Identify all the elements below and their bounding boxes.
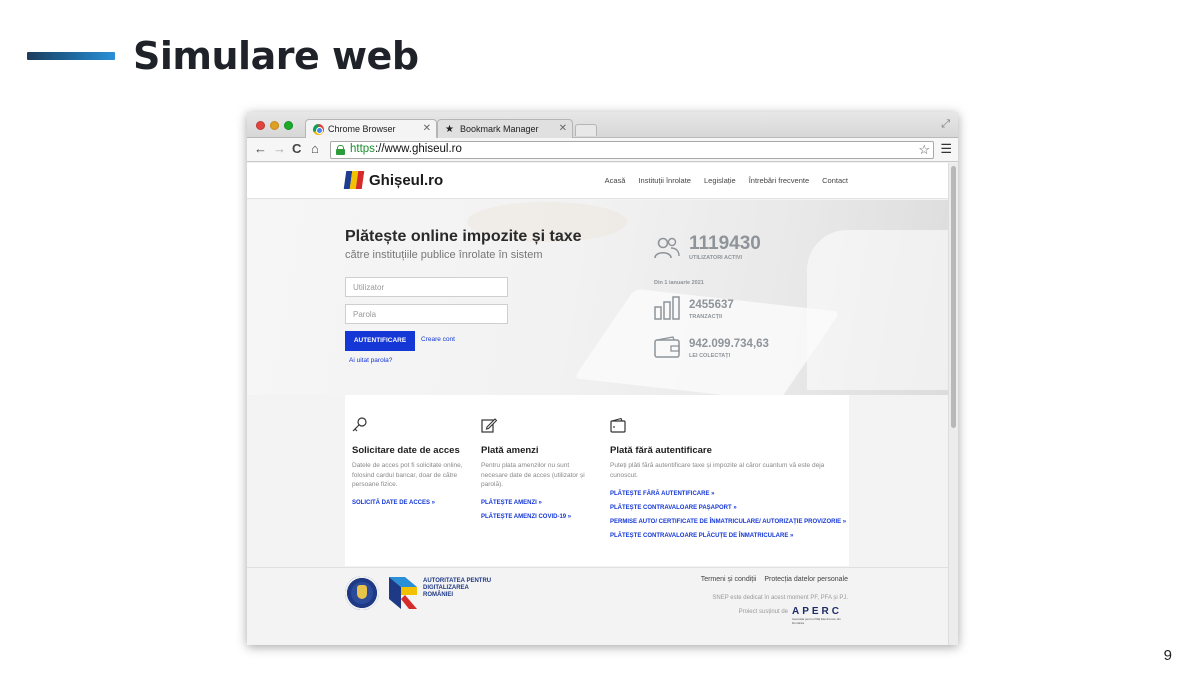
card-desc-fines: Pentru plata amenzilor nu sunt necesare … — [481, 462, 585, 488]
username-input[interactable]: Utilizator — [345, 277, 508, 297]
edit-icon — [481, 418, 497, 433]
forgot-password-link[interactable]: Ai uitat parola? — [349, 357, 392, 364]
address-bar[interactable]: https://www.ghiseul.ro ☆ — [330, 141, 934, 159]
request-access-link[interactable]: SOLICITĂ DATE DE ACCES » — [352, 500, 435, 506]
terms-link[interactable]: Termeni și condiții — [701, 576, 757, 583]
browser-window: Chrome Browser ✕ ★ Bookmark Manager ✕ ⤢ … — [247, 112, 958, 645]
card-title-fines: Plată amenzi — [481, 445, 539, 456]
nav-item-acasa[interactable]: Acasă — [605, 176, 626, 185]
login-button[interactable]: AUTENTIFICARE — [345, 331, 415, 351]
close-icon[interactable]: ✕ — [423, 123, 431, 134]
bar-chart-icon — [654, 296, 680, 320]
new-tab-button[interactable] — [575, 124, 597, 136]
wallet-icon — [610, 417, 626, 433]
page-scrollbar[interactable] — [948, 163, 958, 645]
url-host: ://www.ghiseul.ro — [374, 143, 462, 155]
hero-section: Plătește online impozite și taxe către i… — [247, 200, 958, 402]
adr-logo-icon — [389, 577, 417, 609]
transactions-label: TRANZACȚII — [689, 314, 722, 320]
site-header: Ghișeul.ro Acasă Instituții înrolate Leg… — [247, 163, 948, 199]
tab-label: Bookmark Manager — [460, 124, 539, 134]
hero-subtitle: către instituțiile publice înrolate în s… — [345, 249, 543, 261]
active-users-value: 1119430 — [689, 233, 761, 254]
driving-permits-link[interactable]: PERMISE AUTO/ CERTIFICATE DE ÎNMATRICULA… — [610, 519, 846, 525]
footer-note: SNEP este dedicat în acest moment PF, PF… — [712, 595, 848, 601]
card-title-access: Solicitare date de acces — [352, 445, 460, 456]
adr-name: AUTORITATEA PENTRU DIGITALIZAREA ROMÂNIE… — [423, 578, 492, 598]
hero-title: Plătește online impozite și taxe — [345, 228, 582, 245]
aperc-logo: APERC Asociația pentru Plăți Electronice… — [792, 606, 843, 625]
pay-covid-fines-link[interactable]: PLĂTEȘTE AMENZI COVID-19 » — [481, 514, 571, 520]
page-number: 9 — [1163, 647, 1172, 664]
card-desc-no-auth: Puteți plăti fără autentificare taxe și … — [610, 462, 825, 479]
users-icon — [654, 237, 680, 259]
stats-since-label: Din 1 ianuarie 2021 — [654, 280, 704, 286]
fullscreen-icon[interactable]: ⤢ — [941, 118, 950, 131]
browser-toolbar: ← → C ⌂ https://www.ghiseul.ro ☆ ☰ — [247, 138, 958, 162]
menu-icon[interactable]: ☰ — [940, 141, 952, 157]
active-users-label: UTILIZATORI ACTIVI — [689, 255, 743, 261]
scroll-thumb[interactable] — [951, 166, 956, 428]
pay-fines-link[interactable]: PLĂTEȘTE AMENZI » — [481, 500, 542, 506]
pay-passport-link[interactable]: PLĂTEȘTE CONTRAVALOARE PAȘAPORT » — [610, 505, 737, 511]
card-title-no-auth: Plată fără autentificare — [610, 445, 712, 456]
ghiseul-logo-icon[interactable] — [343, 171, 365, 189]
lock-icon — [336, 145, 345, 155]
title-accent-bar — [27, 52, 115, 60]
bookmark-star-icon[interactable]: ☆ — [918, 142, 930, 158]
nav-item-intrebari[interactable]: Întrebări frecvente — [749, 176, 809, 185]
sponsor-label: Proiect susținut de — [738, 609, 788, 615]
collected-value: 942.099.734,63 — [689, 338, 769, 350]
wallet-icon — [654, 336, 680, 358]
nav-item-institutii[interactable]: Instituții înrolate — [638, 176, 691, 185]
star-icon: ★ — [445, 124, 454, 135]
collected-label: LEI COLECTAȚI — [689, 353, 731, 359]
card-desc-access: Datele de acces pot fi solicitate online… — [352, 462, 463, 488]
nav-item-legislatie[interactable]: Legislație — [704, 176, 736, 185]
services-panel: Solicitare date de acces Datele de acces… — [345, 395, 849, 566]
tab-strip: Chrome Browser ✕ ★ Bookmark Manager ✕ ⤢ — [247, 112, 958, 138]
license-plates-link[interactable]: PLĂTEȘTE CONTRAVALOARE PLĂCUȚE DE ÎNMATR… — [610, 533, 793, 539]
password-input[interactable]: Parola — [345, 304, 508, 324]
privacy-link[interactable]: Protecția datelor personale — [764, 576, 848, 583]
tab-label: Chrome Browser — [328, 124, 396, 134]
forward-arrow-icon[interactable]: → — [273, 141, 286, 157]
slide-title: Simulare web — [133, 34, 419, 78]
footer-links: Termeni și condiții Protecția datelor pe… — [701, 576, 848, 583]
page-viewport: Ghișeul.ro Acasă Instituții înrolate Leg… — [247, 163, 958, 645]
close-icon[interactable]: ✕ — [559, 123, 567, 134]
pay-no-auth-link[interactable]: PLĂTEȘTE FĂRĂ AUTENTIFICARE » — [610, 491, 714, 497]
home-icon[interactable]: ⌂ — [311, 141, 319, 157]
back-arrow-icon[interactable]: ← — [254, 141, 267, 157]
url-scheme: https — [350, 143, 375, 155]
government-seal-icon — [345, 576, 379, 610]
site-logo-text[interactable]: Ghișeul.ro — [369, 172, 443, 189]
chrome-icon — [313, 124, 324, 135]
site-nav: Acasă Instituții înrolate Legislație Înt… — [605, 176, 848, 185]
reload-icon[interactable]: C — [292, 141, 301, 157]
key-icon — [352, 417, 367, 432]
transactions-value: 2455637 — [689, 299, 734, 311]
minimize-window-button[interactable] — [270, 121, 279, 130]
create-account-link[interactable]: Creare cont — [421, 336, 455, 343]
nav-item-contact[interactable]: Contact — [822, 176, 848, 185]
close-window-button[interactable] — [256, 121, 265, 130]
tab-bookmark-manager[interactable]: ★ Bookmark Manager ✕ — [437, 119, 573, 138]
zoom-window-button[interactable] — [284, 121, 293, 130]
site-footer: AUTORITATEA PENTRU DIGITALIZAREA ROMÂNIE… — [247, 567, 948, 645]
tab-chrome-browser[interactable]: Chrome Browser ✕ — [305, 119, 437, 138]
